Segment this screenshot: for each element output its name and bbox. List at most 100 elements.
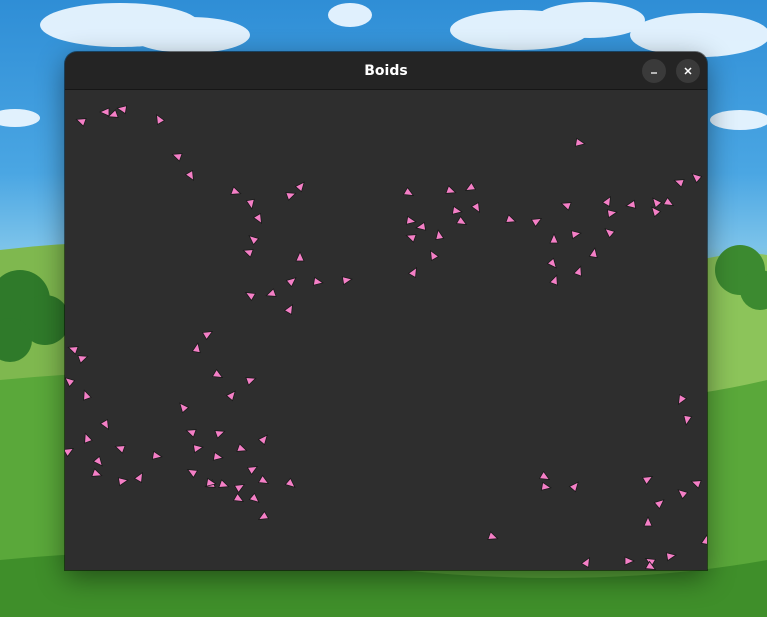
boid bbox=[573, 265, 582, 277]
boid bbox=[151, 450, 163, 460]
boid bbox=[65, 377, 76, 388]
boid bbox=[75, 118, 87, 127]
boid bbox=[415, 221, 427, 231]
boid bbox=[242, 249, 254, 258]
boid bbox=[171, 153, 183, 162]
boid bbox=[283, 303, 293, 316]
boid bbox=[212, 451, 224, 461]
boid bbox=[700, 534, 707, 546]
boid bbox=[560, 202, 572, 211]
boid bbox=[114, 445, 126, 454]
boid bbox=[653, 499, 665, 510]
boid bbox=[295, 251, 305, 262]
close-button[interactable] bbox=[676, 59, 700, 83]
boid bbox=[211, 368, 224, 378]
boid bbox=[546, 257, 557, 269]
boid bbox=[445, 185, 457, 194]
boid bbox=[673, 179, 685, 188]
boid bbox=[84, 432, 93, 444]
boid bbox=[451, 205, 463, 215]
boid bbox=[341, 276, 353, 286]
boid bbox=[470, 201, 480, 214]
boid bbox=[580, 556, 590, 569]
boid bbox=[184, 169, 194, 182]
boid bbox=[294, 181, 305, 193]
minimize-button[interactable] bbox=[642, 59, 666, 83]
boid bbox=[91, 468, 103, 477]
boid bbox=[678, 393, 688, 406]
boid bbox=[570, 230, 582, 240]
boid bbox=[683, 414, 693, 426]
boid bbox=[407, 266, 417, 279]
boid bbox=[641, 476, 654, 486]
boid bbox=[435, 229, 445, 241]
boid bbox=[405, 234, 417, 243]
boid bbox=[248, 492, 260, 503]
boid bbox=[133, 471, 143, 484]
boid bbox=[99, 107, 110, 117]
boid bbox=[67, 346, 79, 355]
boid bbox=[690, 480, 702, 489]
boid bbox=[77, 355, 89, 364]
boid bbox=[83, 389, 92, 401]
boids-simulation-canvas bbox=[65, 105, 707, 570]
boid bbox=[116, 105, 128, 115]
boid bbox=[246, 466, 259, 476]
boid bbox=[625, 199, 637, 209]
boid bbox=[257, 434, 268, 446]
minimize-icon bbox=[651, 72, 657, 74]
boid bbox=[538, 470, 551, 480]
boid bbox=[245, 198, 255, 210]
boid bbox=[257, 510, 270, 520]
boid bbox=[156, 113, 166, 126]
close-icon bbox=[684, 67, 692, 75]
boid bbox=[568, 481, 579, 493]
boid bbox=[549, 233, 559, 244]
boid bbox=[218, 479, 230, 488]
boid bbox=[185, 429, 197, 438]
boid bbox=[652, 197, 663, 209]
boid bbox=[252, 212, 262, 225]
boid bbox=[225, 390, 236, 402]
boid bbox=[651, 206, 662, 218]
boid bbox=[92, 455, 103, 467]
boid bbox=[402, 186, 415, 196]
boid bbox=[643, 516, 653, 527]
boid bbox=[405, 215, 417, 225]
boid bbox=[601, 195, 611, 208]
boid bbox=[248, 235, 260, 246]
boid bbox=[665, 552, 677, 562]
boid bbox=[245, 377, 257, 386]
boid bbox=[284, 477, 296, 488]
boid bbox=[236, 443, 248, 452]
boid bbox=[191, 342, 201, 354]
boid bbox=[214, 430, 226, 439]
boid bbox=[430, 249, 440, 262]
boid bbox=[265, 288, 277, 297]
boid bbox=[285, 192, 297, 201]
boid bbox=[624, 556, 635, 566]
boid bbox=[312, 276, 324, 286]
boid bbox=[99, 418, 109, 431]
boid bbox=[201, 331, 214, 341]
boid bbox=[455, 215, 468, 225]
boid bbox=[65, 448, 75, 458]
boid bbox=[530, 218, 543, 228]
titlebar[interactable]: Boids bbox=[65, 52, 707, 90]
boid bbox=[244, 292, 257, 302]
boid bbox=[588, 247, 598, 259]
boid bbox=[662, 196, 675, 206]
boid bbox=[192, 444, 204, 454]
boid bbox=[677, 489, 689, 500]
boid bbox=[691, 173, 703, 184]
boid bbox=[257, 474, 270, 484]
boid bbox=[606, 209, 618, 219]
boid bbox=[464, 181, 477, 191]
boid bbox=[285, 277, 297, 288]
boids-window: Boids bbox=[65, 52, 707, 570]
boid bbox=[540, 481, 552, 491]
boid bbox=[186, 469, 199, 479]
window-title: Boids bbox=[364, 62, 408, 79]
boid bbox=[117, 477, 129, 487]
boid bbox=[574, 137, 586, 147]
